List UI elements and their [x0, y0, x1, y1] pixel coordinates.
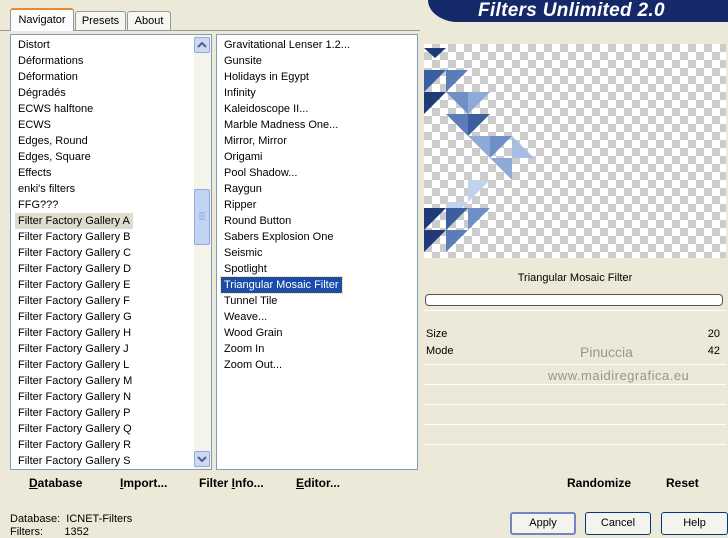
- scroll-thumb[interactable]: [194, 189, 210, 245]
- category-item[interactable]: Filter Factory Gallery E: [15, 277, 133, 293]
- category-item[interactable]: Filter Factory Gallery S: [15, 453, 133, 469]
- param-size[interactable]: Size 20: [424, 326, 726, 342]
- category-item[interactable]: Filter Factory Gallery M: [15, 373, 135, 389]
- filter-item[interactable]: Infinity: [221, 85, 259, 101]
- chevron-up-icon: [197, 41, 207, 48]
- filter-item[interactable]: Zoom Out...: [221, 357, 285, 373]
- category-item[interactable]: Filter Factory Gallery P: [15, 405, 133, 421]
- database-button[interactable]: Database: [29, 476, 82, 490]
- category-item[interactable]: Distort: [15, 37, 53, 53]
- category-item[interactable]: Dégradés: [15, 85, 69, 101]
- filter-item[interactable]: Origami: [221, 149, 266, 165]
- category-item[interactable]: Effects: [15, 165, 54, 181]
- watermark-url: www.maidiregrafica.eu: [548, 368, 690, 383]
- category-item[interactable]: Filter Factory Gallery R: [15, 437, 134, 453]
- filter-item[interactable]: Tunnel Tile: [221, 293, 280, 309]
- filter-item[interactable]: Round Button: [221, 213, 294, 229]
- filter-item[interactable]: Zoom In: [221, 341, 267, 357]
- category-scrollbar[interactable]: [194, 35, 211, 469]
- category-item[interactable]: FFG???: [15, 197, 61, 213]
- tab-presets[interactable]: Presets: [75, 11, 126, 30]
- filter-item[interactable]: Marble Madness One...: [221, 117, 341, 133]
- category-item[interactable]: Filter Factory Gallery A: [15, 213, 133, 229]
- category-item[interactable]: Filter Factory Gallery C: [15, 245, 134, 261]
- editor-button[interactable]: Editor...: [296, 476, 340, 490]
- filter-item[interactable]: Kaleidoscope II...: [221, 101, 311, 117]
- filter-item[interactable]: Sabers Explosion One: [221, 229, 336, 245]
- category-item[interactable]: Filter Factory Gallery G: [15, 309, 135, 325]
- category-item[interactable]: Edges, Square: [15, 149, 94, 165]
- category-item[interactable]: Filter Factory Gallery Q: [15, 421, 135, 437]
- filter-item[interactable]: Pool Shadow...: [221, 165, 300, 181]
- help-button[interactable]: Help: [661, 512, 728, 535]
- category-item[interactable]: Filter Factory Gallery H: [15, 325, 134, 341]
- filter-item[interactable]: Holidays in Egypt: [221, 69, 312, 85]
- category-item[interactable]: Filter Factory Gallery N: [15, 389, 134, 405]
- import-button[interactable]: Import...: [120, 476, 167, 490]
- title-banner: Filters Unlimited 2.0: [428, 0, 728, 22]
- tab-navigator[interactable]: Navigator: [10, 8, 74, 31]
- selected-filter-name: Triangular Mosaic Filter: [517, 272, 633, 284]
- filter-item[interactable]: Ripper: [221, 197, 259, 213]
- param-mode-value: 42: [707, 345, 720, 357]
- filter-item[interactable]: Raygun: [221, 181, 265, 197]
- app-title: Filters Unlimited 2.0: [478, 0, 665, 21]
- param-size-label: Size: [426, 328, 448, 340]
- reset-button[interactable]: Reset: [666, 476, 699, 490]
- filter-item[interactable]: Wood Grain: [221, 325, 286, 341]
- filter-item[interactable]: Mirror, Mirror: [221, 133, 290, 149]
- category-item[interactable]: enki's filters: [15, 181, 78, 197]
- watermark-name: Pinuccia: [580, 344, 633, 360]
- category-item[interactable]: ECWS: [15, 117, 54, 133]
- filter-item[interactable]: Gunsite: [221, 53, 265, 69]
- category-item[interactable]: Filter Factory Gallery D: [15, 261, 134, 277]
- category-list[interactable]: Distort Déformations Déformation Dégradés EC…: [10, 34, 212, 470]
- category-item[interactable]: ECWS halftone: [15, 101, 96, 117]
- apply-button[interactable]: Apply: [510, 512, 576, 535]
- preview-canvas: [424, 44, 726, 258]
- category-item[interactable]: Déformations: [15, 53, 86, 69]
- status-filters: Filters: 1352: [10, 526, 89, 538]
- scroll-down-button[interactable]: [194, 451, 210, 467]
- category-item[interactable]: Edges, Round: [15, 133, 91, 149]
- chevron-down-icon: [197, 456, 207, 463]
- status-database: Database: ICNET-Filters: [10, 513, 133, 525]
- filter-item[interactable]: Weave...: [221, 309, 270, 325]
- param-size-value: 20: [707, 328, 720, 340]
- filter-item[interactable]: Gravitational Lenser 1.2...: [221, 37, 353, 53]
- param-mode-label: Mode: [426, 345, 454, 357]
- cancel-button[interactable]: Cancel: [585, 512, 651, 535]
- category-item[interactable]: Filter Factory Gallery L: [15, 357, 132, 373]
- filter-info-button[interactable]: Filter Info...: [199, 476, 264, 490]
- randomize-button[interactable]: Randomize: [567, 476, 631, 490]
- param-mode[interactable]: Mode 42: [424, 343, 726, 359]
- parameter-panel: Size 20 Mode 42 Pinuccia www.maidiregraf…: [424, 306, 726, 464]
- filter-item[interactable]: Triangular Mosaic Filter: [220, 276, 343, 294]
- category-item[interactable]: Filter Factory Gallery B: [15, 229, 133, 245]
- category-item[interactable]: Filter Factory Gallery J: [15, 341, 132, 357]
- progress-bar: [425, 294, 723, 306]
- filter-item[interactable]: Seismic: [221, 245, 266, 261]
- filter-item[interactable]: Spotlight: [221, 261, 270, 277]
- category-item[interactable]: Déformation: [15, 69, 81, 85]
- mosaic-preview-image: [424, 48, 534, 252]
- tab-about[interactable]: About: [127, 11, 171, 30]
- scroll-up-button[interactable]: [194, 37, 210, 53]
- grip-icon: [199, 212, 205, 220]
- category-item[interactable]: Filter Factory Gallery F: [15, 293, 133, 309]
- filter-list[interactable]: Gravitational Lenser 1.2... Gunsite Holida…: [216, 34, 418, 470]
